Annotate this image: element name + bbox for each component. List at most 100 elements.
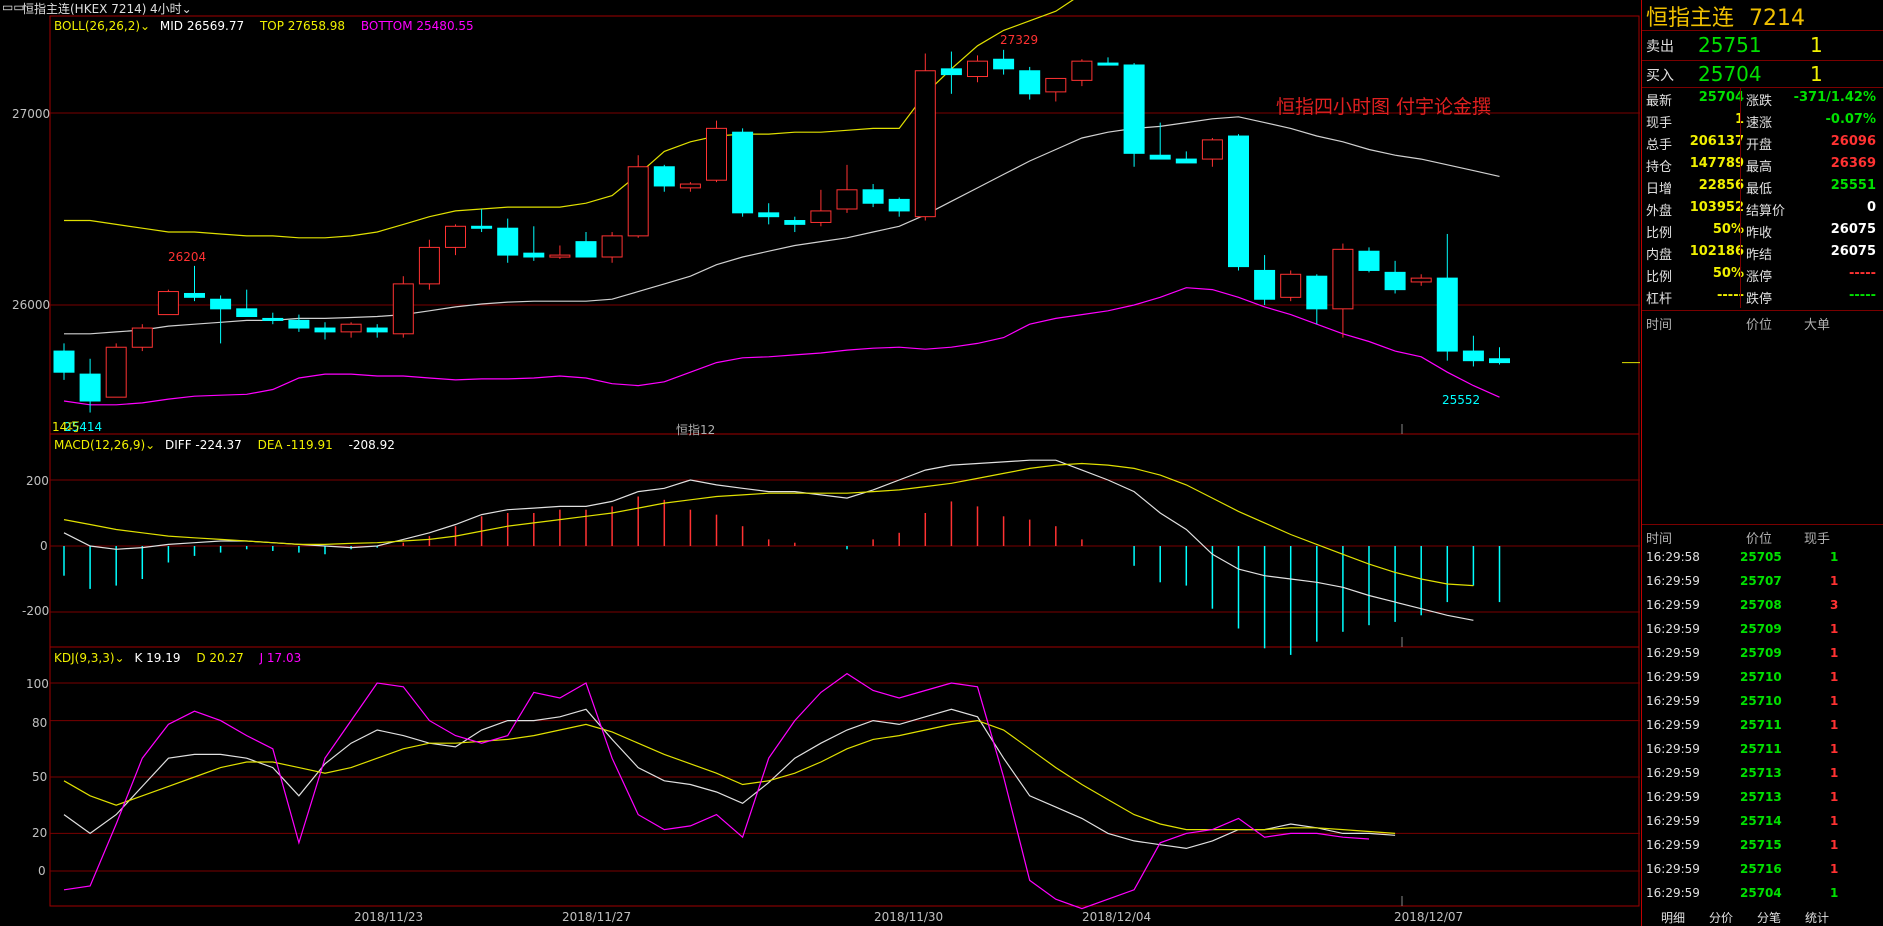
stat-value: 206137 [1689, 134, 1744, 149]
tick-row[interactable]: 16:29:59 25711 1 [1642, 738, 1883, 762]
tick-header: 时间 价位 现手 [1642, 526, 1883, 548]
stat-value: ----- [1849, 266, 1876, 281]
tick-price: 25709 [1740, 622, 1782, 636]
boll-mid-line [64, 116, 1500, 335]
stat-label: 内盘 [1646, 248, 1673, 263]
tick-row[interactable]: 16:29:59 25709 1 [1642, 618, 1883, 642]
candle-body [1280, 273, 1302, 298]
tick-time: 16:29:59 [1646, 718, 1700, 732]
stat-label: 日增 [1646, 182, 1673, 197]
candle-body [497, 227, 519, 256]
big-header-big: 大单 [1804, 318, 1831, 333]
macd-label[interactable]: MACD(12,26,9) [54, 438, 145, 452]
tick-row[interactable]: 16:29:59 25715 1 [1642, 834, 1883, 858]
tick-price: 25713 [1740, 766, 1782, 780]
macd-axis-label: 0 [40, 539, 48, 553]
macd-axis-label: -200 [22, 604, 50, 618]
candle-body [1436, 277, 1458, 352]
watermark-text: 恒指四小时图 付宇论金撰 [1276, 96, 1492, 118]
tick-row[interactable]: 16:29:58 25705 1 [1642, 546, 1883, 570]
tick-row[interactable]: 16:29:59 25710 1 [1642, 666, 1883, 690]
tick-time: 16:29:59 [1646, 742, 1700, 756]
stat-label: 昨收 [1746, 226, 1773, 241]
candle-body [262, 317, 284, 321]
tick-price: 25708 [1740, 598, 1782, 612]
tick-list[interactable]: 16:29:58 25705 1 16:29:59 25707 1 16:29:59 2570… [1642, 546, 1883, 906]
chevron-down-icon: ⌄ [140, 19, 151, 33]
candle-body [53, 350, 75, 373]
tick-row[interactable]: 16:29:59 25713 1 [1642, 786, 1883, 810]
tick-row[interactable]: 16:29:59 25707 1 [1642, 570, 1883, 594]
candle-body [1123, 64, 1145, 154]
bid-row[interactable]: 买入 25704 1 [1642, 62, 1883, 86]
date-label: 2018/11/30 [874, 910, 944, 924]
candle-body [1019, 70, 1041, 95]
tick-price: 25710 [1740, 670, 1782, 684]
instrument-code: 7214 [1749, 6, 1806, 31]
candle-body [1201, 139, 1223, 160]
candle-body [1462, 350, 1484, 362]
tick-row[interactable]: 16:29:59 25714 1 [1642, 810, 1883, 834]
boll-label[interactable]: BOLL(26,26,2) [54, 19, 140, 33]
stat-value: -371/1.42% [1793, 90, 1876, 105]
macd-pane-frame [49, 433, 1640, 648]
stat-value: 102186 [1689, 244, 1744, 259]
tick-header-price: 价位 [1746, 532, 1773, 547]
date-label: 2018/12/07 [1394, 910, 1464, 924]
tab-price-distribution[interactable]: 分价 [1709, 909, 1733, 926]
tick-row[interactable]: 16:29:59 25711 1 [1642, 714, 1883, 738]
candle-body [1097, 62, 1119, 66]
candle-body [471, 225, 493, 229]
date-axis: 2018/11/23 2018/11/27 2018/11/30 2018/12… [0, 906, 1640, 926]
ask-label: 卖出 [1646, 39, 1674, 55]
high-annotation: 27329 [1000, 33, 1039, 47]
stat-label: 跌停 [1746, 292, 1773, 307]
tab-statistics[interactable]: 统计 [1805, 909, 1829, 926]
kdj-axis-label: 0 [38, 864, 46, 878]
stat-label: 持仓 [1646, 160, 1673, 175]
kdj-j: J 17.03 [259, 651, 302, 665]
tick-row[interactable]: 16:29:59 25704 1 [1642, 882, 1883, 906]
tab-detail[interactable]: 明细 [1661, 909, 1685, 926]
chevron-down-icon: ⌄ [145, 438, 156, 452]
tick-qty: 1 [1830, 574, 1839, 588]
tick-price: 25707 [1740, 574, 1782, 588]
candle-body [288, 319, 310, 329]
candle-body [993, 58, 1015, 70]
tab-ticks[interactable]: 分笔 [1757, 909, 1781, 926]
tick-row[interactable]: 16:29:59 25709 1 [1642, 642, 1883, 666]
tick-row[interactable]: 16:29:59 25716 1 [1642, 858, 1883, 882]
candle-body [549, 254, 571, 258]
tick-time: 16:29:59 [1646, 766, 1700, 780]
tick-price: 25716 [1740, 862, 1782, 876]
ask-row[interactable]: 卖出 25751 1 [1642, 33, 1883, 57]
date-label: 2018/11/27 [562, 910, 632, 924]
tick-time: 16:29:59 [1646, 838, 1700, 852]
date-label: 2018/12/04 [1082, 910, 1152, 924]
candle-body [340, 323, 362, 333]
boll-legend: BOLL(26,26,2)⌄ MID 26569.77 TOP 27658.98… [54, 19, 474, 33]
left-tag: 14巧 [52, 420, 80, 434]
stat-label: 外盘 [1646, 204, 1673, 219]
kdj-label[interactable]: KDJ(9,3,3) [54, 651, 115, 665]
chart-canvas[interactable] [0, 0, 1640, 926]
candle-body [967, 60, 988, 78]
candle-body [940, 68, 962, 76]
tick-row[interactable]: 16:29:59 25713 1 [1642, 762, 1883, 786]
stat-value: 147789 [1689, 156, 1744, 171]
candle-body [732, 131, 754, 214]
candle-body [1149, 154, 1171, 160]
stat-label: 比例 [1646, 270, 1673, 285]
bid-price: 25704 [1698, 62, 1762, 86]
tick-qty: 1 [1830, 838, 1839, 852]
stat-label: 总手 [1646, 138, 1673, 153]
boll-top-line [64, 0, 1074, 239]
ask-price: 25751 [1698, 33, 1762, 57]
stat-label: 结算价 [1746, 204, 1786, 219]
tick-time: 16:29:59 [1646, 694, 1700, 708]
tick-row[interactable]: 16:29:59 25708 3 [1642, 594, 1883, 618]
tick-time: 16:29:59 [1646, 598, 1700, 612]
candle-body [1175, 158, 1197, 164]
kdj-legend: KDJ(9,3,3)⌄ K 19.19 D 20.27 J 17.03 [54, 651, 301, 665]
tick-row[interactable]: 16:29:59 25710 1 [1642, 690, 1883, 714]
